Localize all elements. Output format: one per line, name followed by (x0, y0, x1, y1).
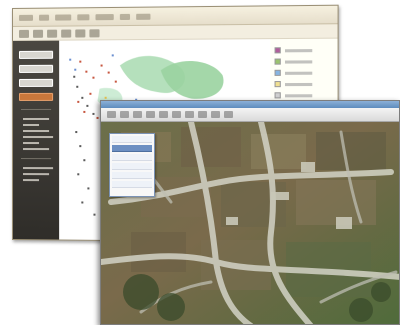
legend-row (274, 69, 332, 76)
layer-list-item[interactable] (112, 136, 152, 143)
legend-row (274, 58, 332, 65)
layer-entry[interactable] (22, 167, 54, 170)
panel-button[interactable] (18, 64, 54, 73)
toolbar-button[interactable] (18, 29, 30, 38)
panel-button[interactable] (18, 50, 54, 59)
toolbar-icon[interactable] (120, 111, 129, 118)
legend-swatch (274, 47, 281, 54)
legend-swatch (274, 92, 281, 99)
satellite-viewer-window (100, 100, 400, 325)
toolbar-icon[interactable] (224, 111, 233, 118)
toolbar-icon[interactable] (172, 111, 181, 118)
menu-item[interactable] (136, 13, 151, 20)
layer-entry[interactable] (22, 148, 50, 151)
toolbar (12, 24, 338, 41)
layer-entry[interactable] (22, 173, 50, 176)
layer-list-item[interactable] (112, 181, 152, 188)
panel-button-active[interactable] (18, 92, 54, 101)
layer-entry[interactable] (22, 142, 40, 145)
divider (20, 108, 52, 110)
menu-item[interactable] (77, 13, 90, 20)
panel-button[interactable] (18, 78, 54, 87)
layer-entry[interactable] (22, 117, 50, 120)
menu-item[interactable] (39, 14, 50, 21)
menu-item[interactable] (18, 14, 34, 21)
legend-row (274, 92, 332, 99)
layer-list-panel (109, 133, 155, 197)
menu-item[interactable] (55, 13, 72, 21)
toolbar-button[interactable] (33, 29, 44, 38)
layer-list-item[interactable] (112, 154, 152, 161)
toolbar-button[interactable] (61, 29, 72, 38)
menu-item[interactable] (119, 13, 131, 20)
legend-row (274, 81, 332, 88)
layer-list-item[interactable] (112, 172, 152, 179)
layer-entry[interactable] (22, 136, 54, 139)
legend-row (274, 47, 332, 54)
toolbar-icon[interactable] (211, 111, 220, 118)
legend-label (284, 48, 313, 52)
layer-panel (12, 40, 60, 240)
legend-label (284, 59, 313, 64)
legend-swatch (274, 81, 281, 88)
toolbar-icon[interactable] (133, 111, 142, 118)
toolbar-icon[interactable] (159, 111, 168, 118)
toolbar-icon[interactable] (185, 111, 194, 118)
layer-entry[interactable] (22, 130, 50, 133)
legend-label (284, 93, 313, 97)
layer-list-item[interactable] (112, 163, 152, 170)
layer-entry[interactable] (22, 179, 40, 182)
window-title-bar[interactable] (101, 101, 399, 108)
viewer-toolbar (101, 108, 399, 122)
layer-list-item-selected[interactable] (112, 145, 152, 152)
screenshot-collage (0, 0, 400, 325)
menu-item[interactable] (95, 13, 114, 20)
toolbar-button[interactable] (89, 28, 100, 37)
divider (20, 158, 52, 160)
toolbar-icon[interactable] (107, 111, 116, 118)
toolbar-button[interactable] (47, 29, 58, 38)
toolbar-icon[interactable] (198, 111, 207, 118)
legend-swatch (274, 58, 281, 65)
layer-entry[interactable] (22, 124, 40, 127)
toolbar-button[interactable] (75, 28, 86, 38)
toolbar-icon[interactable] (146, 111, 155, 118)
legend-label (284, 71, 313, 75)
legend-label (284, 82, 313, 86)
legend-swatch (274, 69, 281, 76)
